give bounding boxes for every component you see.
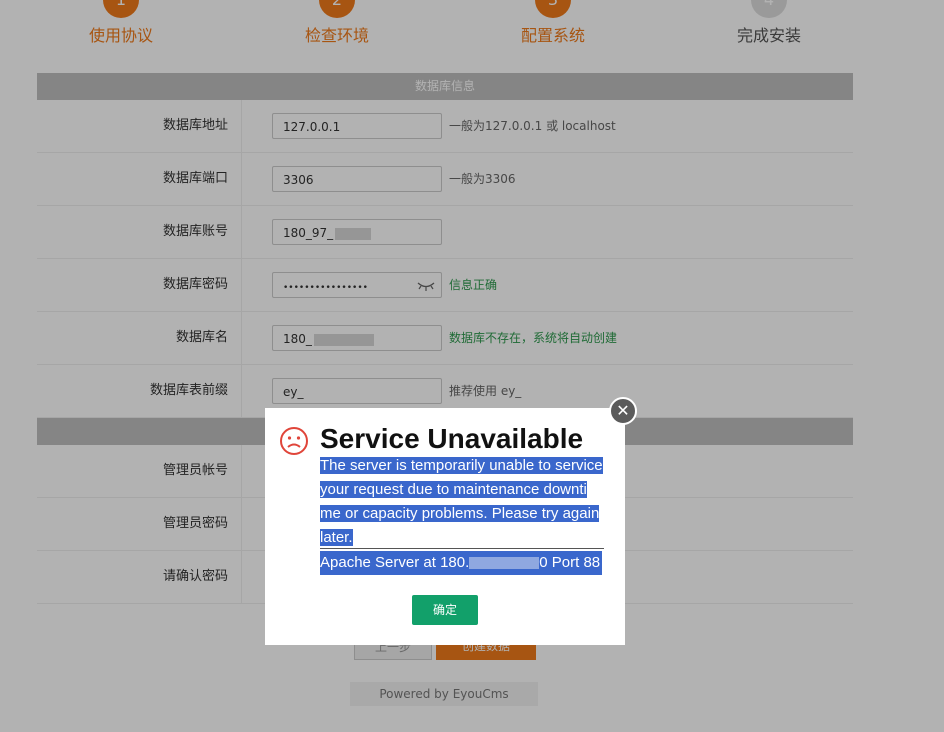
dialog-title: Service Unavailable bbox=[320, 423, 584, 454]
message-line: your request due to maintenance downti bbox=[320, 481, 587, 498]
message-line: later. bbox=[320, 529, 353, 546]
message-line: The server is temporarily unable to serv… bbox=[320, 457, 603, 474]
server-port-text: 0 Port 88 bbox=[539, 554, 601, 571]
confirm-button[interactable]: 确定 bbox=[412, 595, 478, 625]
redaction-mask bbox=[469, 557, 540, 570]
dialog-message: The server is temporarily unable to serv… bbox=[320, 454, 608, 550]
server-info: Apache Server at 180. 0 Port 88 bbox=[320, 551, 603, 575]
close-icon[interactable]: ✕ bbox=[609, 397, 637, 425]
dialog-divider bbox=[320, 548, 604, 549]
message-line: me or capacity problems. Please try agai… bbox=[320, 505, 600, 522]
server-info-text: Apache Server at 180. bbox=[320, 554, 470, 571]
sad-face-icon bbox=[280, 427, 308, 455]
